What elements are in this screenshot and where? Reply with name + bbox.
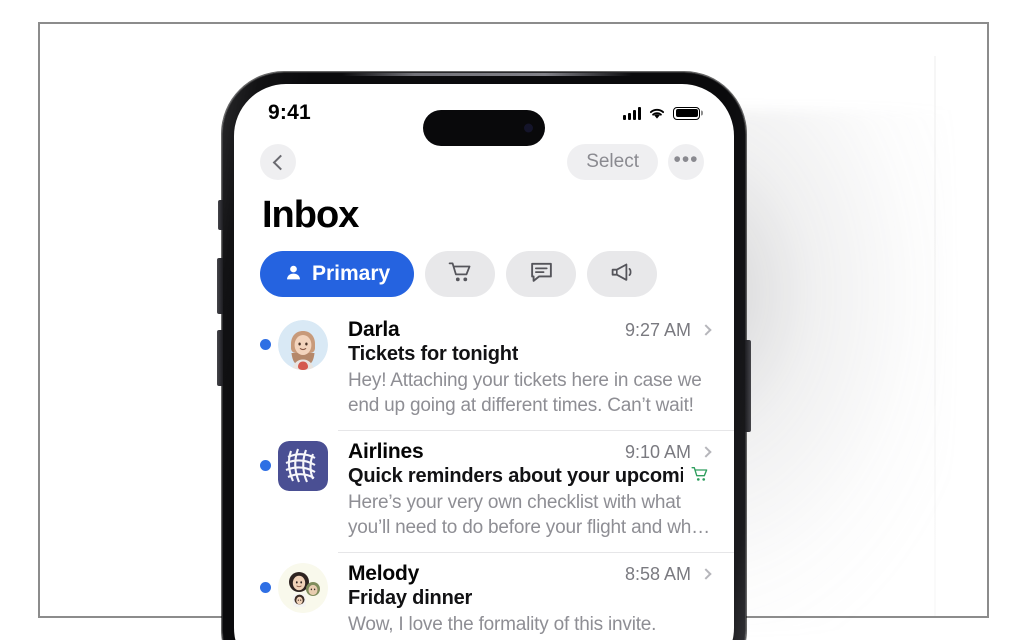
mail-content: Melody 8:58 AM Friday dinner Wow, I love… [338, 552, 734, 640]
unread-indicator-column [252, 309, 278, 430]
phone-device-mockup: 9:41 Select ••• Inbox Primary Darla 9:27… [217, 72, 751, 640]
mail-row[interactable]: Darla 9:27 AM Tickets for tonight Hey! A… [234, 309, 734, 430]
mail-row[interactable]: Melody 8:58 AM Friday dinner Wow, I love… [234, 552, 734, 640]
mail-header: Darla 9:27 AM [348, 318, 712, 342]
more-options-button[interactable]: ••• [668, 144, 704, 180]
mail-subject: Friday dinner [348, 587, 473, 610]
volume-down-button[interactable] [217, 330, 223, 386]
shopping-cart-icon [683, 466, 710, 488]
mail-timestamp: 9:10 AM [624, 442, 691, 463]
chevron-right-icon [700, 568, 712, 580]
cellular-signal-icon [623, 106, 641, 120]
mail-header: Melody 8:58 AM [348, 562, 712, 586]
mail-preview: Hey! Attaching your tickets here in case… [348, 370, 702, 417]
status-bar: 9:41 [234, 84, 734, 146]
phone-screen: 9:41 Select ••• Inbox Primary Darla 9:27… [234, 84, 734, 640]
tab-primary[interactable]: Primary [260, 251, 415, 297]
avatar-column [278, 430, 338, 552]
front-camera-icon [524, 123, 533, 133]
unread-dot [259, 339, 271, 350]
unread-dot [259, 460, 271, 472]
unread-indicator-column [252, 552, 278, 640]
mail-subject-row: Friday dinner [348, 587, 710, 610]
mail-sender: Airlines [348, 440, 424, 464]
avatar [278, 320, 328, 370]
tab-primary-label: Primary [312, 262, 391, 285]
avatar-column [278, 552, 338, 640]
battery-icon [673, 106, 700, 120]
silence-switch[interactable] [218, 200, 223, 230]
chevron-right-icon [700, 446, 712, 458]
phone-rim-highlight [342, 73, 632, 76]
mail-timestamp: 8:58 AM [624, 564, 691, 585]
back-button[interactable] [260, 144, 296, 180]
status-indicators [623, 106, 700, 120]
mail-header: Airlines 9:10 AM [348, 440, 712, 464]
tab-updates[interactable] [587, 251, 658, 297]
unread-dot [259, 582, 271, 594]
person-icon [284, 263, 303, 285]
mail-content: Airlines 9:10 AM Quick reminders about y… [338, 430, 734, 552]
chevron-right-icon [700, 324, 712, 336]
page-title: Inbox [262, 194, 359, 236]
mail-content: Darla 9:27 AM Tickets for tonight Hey! A… [338, 309, 734, 430]
dynamic-island [423, 110, 545, 146]
shopping-cart-icon [448, 261, 473, 287]
avatar-column [278, 309, 338, 430]
volume-up-button[interactable] [217, 258, 223, 314]
mail-preview: Wow, I love the formality of this invite… [348, 614, 709, 640]
mail-preview: Here’s your very own checklist with what… [348, 492, 710, 539]
background-seam [934, 56, 936, 616]
mail-sender: Darla [348, 318, 400, 341]
mail-subject: Tickets for tonight [348, 343, 519, 365]
mail-sender: Melody [348, 562, 420, 586]
tab-transactions[interactable] [506, 251, 577, 297]
mail-list: Darla 9:27 AM Tickets for tonight Hey! A… [234, 297, 734, 640]
tab-shopping[interactable] [425, 251, 496, 297]
category-tabs: Primary [234, 237, 734, 297]
power-button[interactable] [745, 340, 751, 432]
status-time: 9:41 [268, 101, 311, 124]
chevron-left-icon [272, 154, 288, 170]
avatar [278, 441, 328, 492]
avatar [278, 563, 328, 614]
megaphone-icon [609, 261, 635, 287]
chat-bubble-icon [529, 261, 554, 287]
mail-row[interactable]: Airlines 9:10 AM Quick reminders about y… [234, 430, 734, 552]
mail-subject-row: Tickets for tonight [348, 343, 710, 366]
mail-subject-row: Quick reminders about your upcoming… [348, 465, 710, 488]
unread-indicator-column [252, 430, 278, 552]
mail-timestamp: 9:27 AM [624, 320, 691, 340]
select-button[interactable]: Select [567, 144, 658, 180]
mail-subject: Quick reminders about your upcoming… [348, 465, 683, 488]
wifi-icon [648, 107, 666, 120]
screenshot-canvas: 9:41 Select ••• Inbox Primary Darla 9:27… [0, 0, 1024, 640]
